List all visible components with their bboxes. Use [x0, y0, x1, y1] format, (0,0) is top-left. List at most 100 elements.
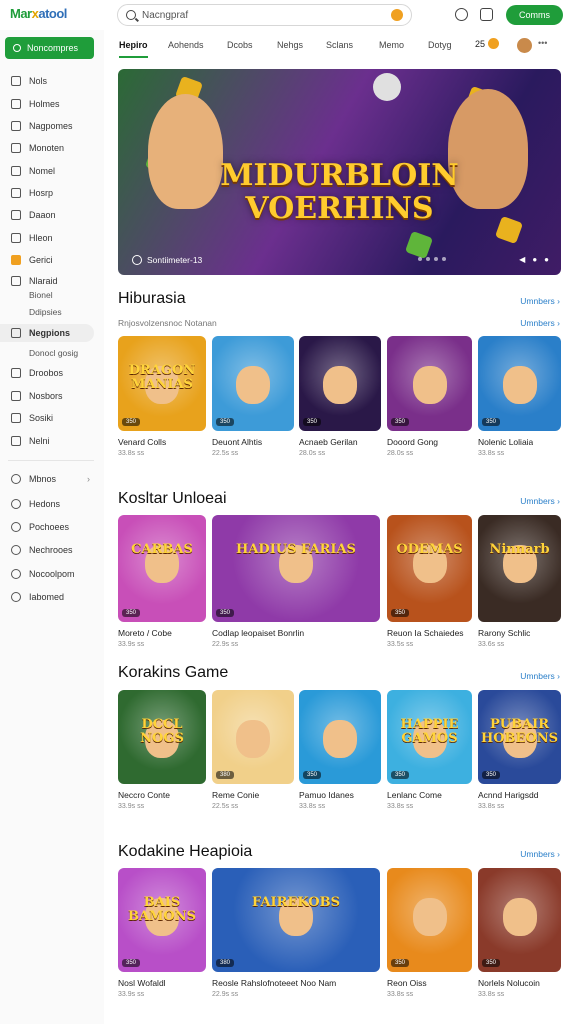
sidebar-item-5[interactable]: Nomel	[0, 162, 100, 180]
game-title[interactable]: Reme Conie	[212, 790, 259, 800]
game-card[interactable]: Ninnarb	[478, 515, 561, 622]
game-title[interactable]: Deuont Alhtis	[212, 437, 262, 447]
carousel-dots[interactable]	[418, 257, 446, 261]
game-title[interactable]: Reosle Rahslofnoteeet Noo Nam	[212, 978, 336, 988]
game-title[interactable]: Nolenic Loliaia	[478, 437, 533, 447]
game-card[interactable]: DCCL NOGS	[118, 690, 206, 784]
game-card[interactable]: CARBAS 350	[118, 515, 206, 622]
sound-icon[interactable]: ●	[532, 255, 537, 264]
sidebar-primary-button[interactable]: Noncompres	[5, 37, 94, 59]
sidebar-secondary-item-3[interactable]: Pochoees	[0, 518, 100, 536]
refresh-icon	[11, 368, 21, 378]
notification-icon[interactable]	[480, 8, 493, 21]
sidebar-item-label: Holmes	[29, 99, 60, 109]
sidebar-item-14[interactable]: Donocl gosig	[0, 344, 100, 362]
sidebar-item-7[interactable]: Daaon	[0, 206, 100, 224]
tab-5[interactable]: Sclans	[326, 40, 353, 50]
coin-icon	[488, 38, 500, 49]
section-see-all-link[interactable]: Umnbers ›	[520, 671, 560, 681]
game-card[interactable]: HAPPIE GAMOS 350	[387, 690, 472, 784]
sidebar-item-3[interactable]: Nagpomes	[0, 117, 100, 135]
game-card[interactable]: 350	[299, 336, 381, 431]
hero-banner[interactable]: MIDURBLOIN VOERHINS Sontiimeter-13 ◀ ● ●	[118, 69, 561, 275]
sidebar-item-label: Nelni	[29, 436, 50, 446]
game-title[interactable]: Lenlanc Come	[387, 790, 442, 800]
search-input[interactable]: Nacngpraf	[117, 4, 412, 26]
hero-controls[interactable]: ◀ ● ●	[519, 255, 549, 264]
game-card[interactable]: 350	[478, 868, 561, 972]
see-all-label: Umnbers	[520, 496, 555, 506]
section-see-all-link[interactable]: Umnbers ›	[520, 496, 560, 506]
sidebar-item-8[interactable]: Hleon	[0, 229, 100, 247]
coin-balance[interactable]: 25	[475, 38, 500, 49]
sidebar-item-18[interactable]: Nelni	[0, 432, 100, 450]
game-card[interactable]: 350	[212, 336, 294, 431]
game-card[interactable]: ODEMAS 350	[387, 515, 472, 622]
game-title[interactable]: Reon Oiss	[387, 978, 427, 988]
more-icon[interactable]: •••	[538, 38, 547, 48]
section-see-all-link[interactable]: Umnbers ›	[520, 849, 560, 859]
settings-icon	[11, 436, 21, 446]
sidebar-item-6[interactable]: Hosrp	[0, 184, 100, 202]
game-title[interactable]: Acnnd Harigsdd	[478, 790, 538, 800]
sidebar-secondary-item-5[interactable]: Nocoolpom	[0, 565, 100, 583]
avatar[interactable]	[517, 38, 532, 53]
tab-6[interactable]: Memo	[379, 40, 404, 50]
tab-4[interactable]: Nehgs	[277, 40, 303, 50]
sidebar-secondary-item-6[interactable]: Iabomed	[0, 588, 100, 606]
sidebar-secondary-item-2[interactable]: Hedons	[0, 495, 100, 513]
sidebar-item-1[interactable]: Nols	[0, 72, 100, 90]
game-title[interactable]: Norlels Nolucoin	[478, 978, 540, 988]
sidebar-item-2[interactable]: Holmes	[0, 95, 100, 113]
game-card[interactable]: BAIS BAMONS 350	[118, 868, 206, 972]
game-title[interactable]: Neccro Conte	[118, 790, 170, 800]
sidebar-item-11[interactable]: Bionel	[0, 286, 100, 304]
game-title[interactable]: Moreto / Cobe	[118, 628, 172, 638]
sidebar-secondary-item-1[interactable]: Mbnos ›	[0, 470, 100, 488]
game-card[interactable]: DRAGON MANIAS 350	[118, 336, 206, 431]
game-title[interactable]: Dooord Gong	[387, 437, 438, 447]
sidebar-item-9[interactable]: Gerici	[0, 251, 100, 269]
game-art-title: CARBAS	[131, 542, 193, 557]
play-count-badge: 350	[391, 609, 410, 617]
game-card[interactable]: HADIUS FARIAS 350	[212, 515, 380, 622]
game-title[interactable]: Reuon Ia Schaiedes	[387, 628, 464, 638]
globe-icon	[11, 474, 21, 484]
tab-7[interactable]: Dotyg	[428, 40, 452, 50]
sidebar-item-13[interactable]: Negpions	[0, 324, 94, 342]
game-title[interactable]: Rarony Schlic	[478, 628, 530, 638]
sidebar-item-label: Daaon	[29, 210, 56, 220]
sidebar-item-label: Monoten	[29, 143, 65, 153]
game-card[interactable]: 350	[387, 336, 472, 431]
game-card[interactable]: PUBAIR HOBEONS 350	[478, 690, 561, 784]
logo[interactable]: Marxatool	[10, 6, 67, 21]
sidebar-item-4[interactable]: Monoten	[0, 139, 100, 157]
game-card[interactable]: 350	[387, 868, 472, 972]
game-card[interactable]: FAIREKOBS 380	[212, 868, 380, 972]
game-title[interactable]: Codlap leopaiset Bonrlin	[212, 628, 304, 638]
sidebar-item-15[interactable]: Droobos	[0, 364, 100, 382]
sidebar-secondary-item-4[interactable]: Nechrooes	[0, 541, 100, 559]
next-icon[interactable]: ●	[544, 255, 549, 264]
section-sub-link[interactable]: Umnbers ›	[520, 318, 560, 328]
section-title: Kodakine Heapioia	[118, 843, 253, 860]
game-title[interactable]: Venard Colls	[118, 437, 166, 447]
game-card[interactable]: 380	[212, 690, 294, 784]
signin-button[interactable]: Comms	[506, 5, 563, 25]
play-count-badge: 350	[391, 959, 410, 967]
sidebar-item-16[interactable]: Nosbors	[0, 387, 100, 405]
tab-3[interactable]: Dcobs	[227, 40, 253, 50]
game-title[interactable]: Pamuo Idanes	[299, 790, 354, 800]
prev-icon[interactable]: ◀	[519, 255, 525, 264]
game-card[interactable]: 350	[299, 690, 381, 784]
game-title[interactable]: Acnaeb Gerilan	[299, 437, 358, 447]
tab-1[interactable]: Hepiro	[119, 40, 148, 58]
sidebar-item-12[interactable]: Ddipsies	[0, 303, 100, 321]
section-see-all-link[interactable]: Umnbers ›	[520, 296, 560, 306]
play-icon[interactable]	[132, 255, 142, 265]
sidebar-item-17[interactable]: Sosiki	[0, 409, 100, 427]
smile-icon[interactable]	[455, 8, 468, 21]
tab-2[interactable]: Aohends	[168, 40, 204, 50]
game-title[interactable]: Nosl Wofaldl	[118, 978, 166, 988]
game-card[interactable]: 350	[478, 336, 561, 431]
